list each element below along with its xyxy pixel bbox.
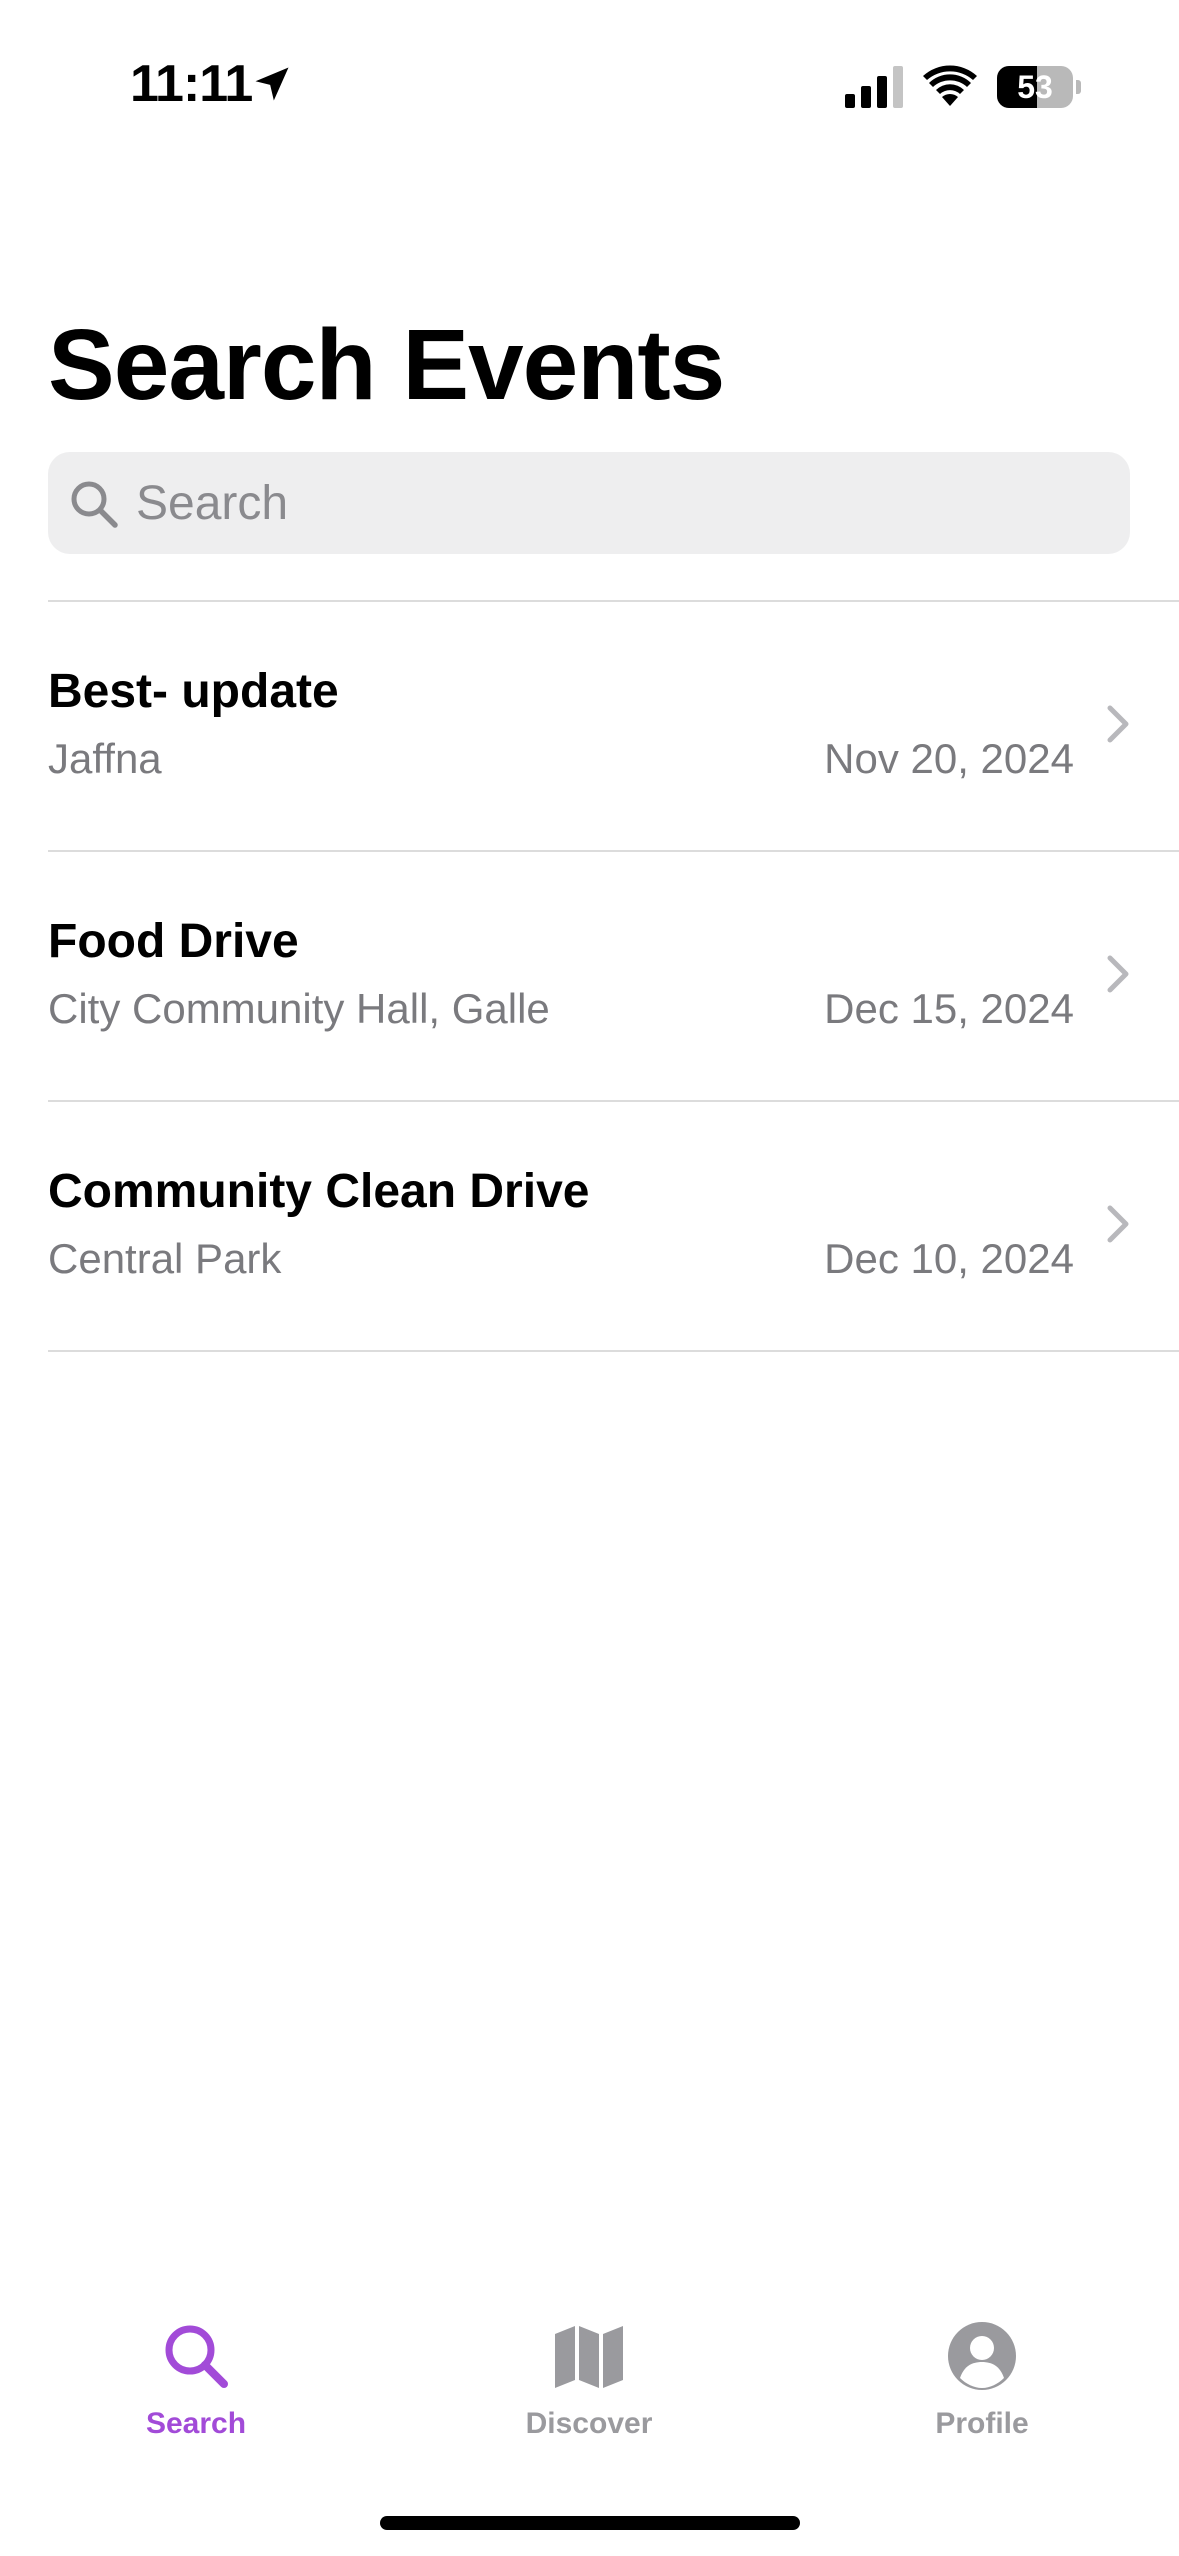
event-title: Food Drive <box>48 915 299 968</box>
event-title: Community Clean Drive <box>48 1165 590 1218</box>
event-date: Nov 20, 2024 <box>824 735 1074 782</box>
tab-label: Profile <box>935 2407 1029 2440</box>
home-indicator[interactable] <box>380 2516 800 2530</box>
tab-label: Search <box>145 2407 247 2440</box>
tab-search[interactable]: Search <box>96 2320 296 2460</box>
map-icon <box>555 2326 623 2388</box>
event-list: Best- update Jaffna Nov 20, 2024 Food Dr… <box>48 600 1179 1352</box>
search-icon <box>71 481 118 528</box>
search-input[interactable] <box>136 452 1096 554</box>
event-row[interactable]: Community Clean Drive Central Park Dec 1… <box>48 1102 1179 1350</box>
list-divider <box>48 1350 1179 1352</box>
battery-percent: 53 <box>1017 69 1053 105</box>
event-location: Central Park <box>48 1235 282 1282</box>
chevron-right-icon <box>1107 705 1129 743</box>
event-date: Dec 10, 2024 <box>824 1235 1074 1282</box>
status-time: 11:11 <box>130 55 253 113</box>
event-row[interactable]: Best- update Jaffna Nov 20, 2024 <box>48 602 1179 850</box>
tab-discover[interactable]: Discover <box>489 2320 689 2460</box>
event-row[interactable]: Food Drive City Community Hall, Galle De… <box>48 852 1179 1100</box>
tab-label: Discover <box>525 2407 653 2440</box>
event-location: City Community Hall, Galle <box>48 985 550 1032</box>
magnifier-icon <box>165 2325 228 2388</box>
event-date: Dec 15, 2024 <box>824 985 1074 1032</box>
location-arrow-icon <box>255 67 289 101</box>
page-title: Search Events <box>48 309 725 421</box>
cellular-signal-icon <box>845 66 903 108</box>
person-circle-icon <box>948 2322 1016 2390</box>
tab-bar: Search Discover Profile <box>0 2300 1179 2480</box>
event-title: Best- update <box>48 665 339 718</box>
tab-profile[interactable]: Profile <box>882 2320 1082 2460</box>
battery-indicator: 53 <box>997 66 1081 108</box>
search-field[interactable] <box>48 452 1130 554</box>
status-bar: 11:11 53 <box>0 0 1179 150</box>
chevron-right-icon <box>1107 1205 1129 1243</box>
event-location: Jaffna <box>48 735 162 782</box>
chevron-right-icon <box>1107 955 1129 993</box>
wifi-icon <box>923 65 977 106</box>
